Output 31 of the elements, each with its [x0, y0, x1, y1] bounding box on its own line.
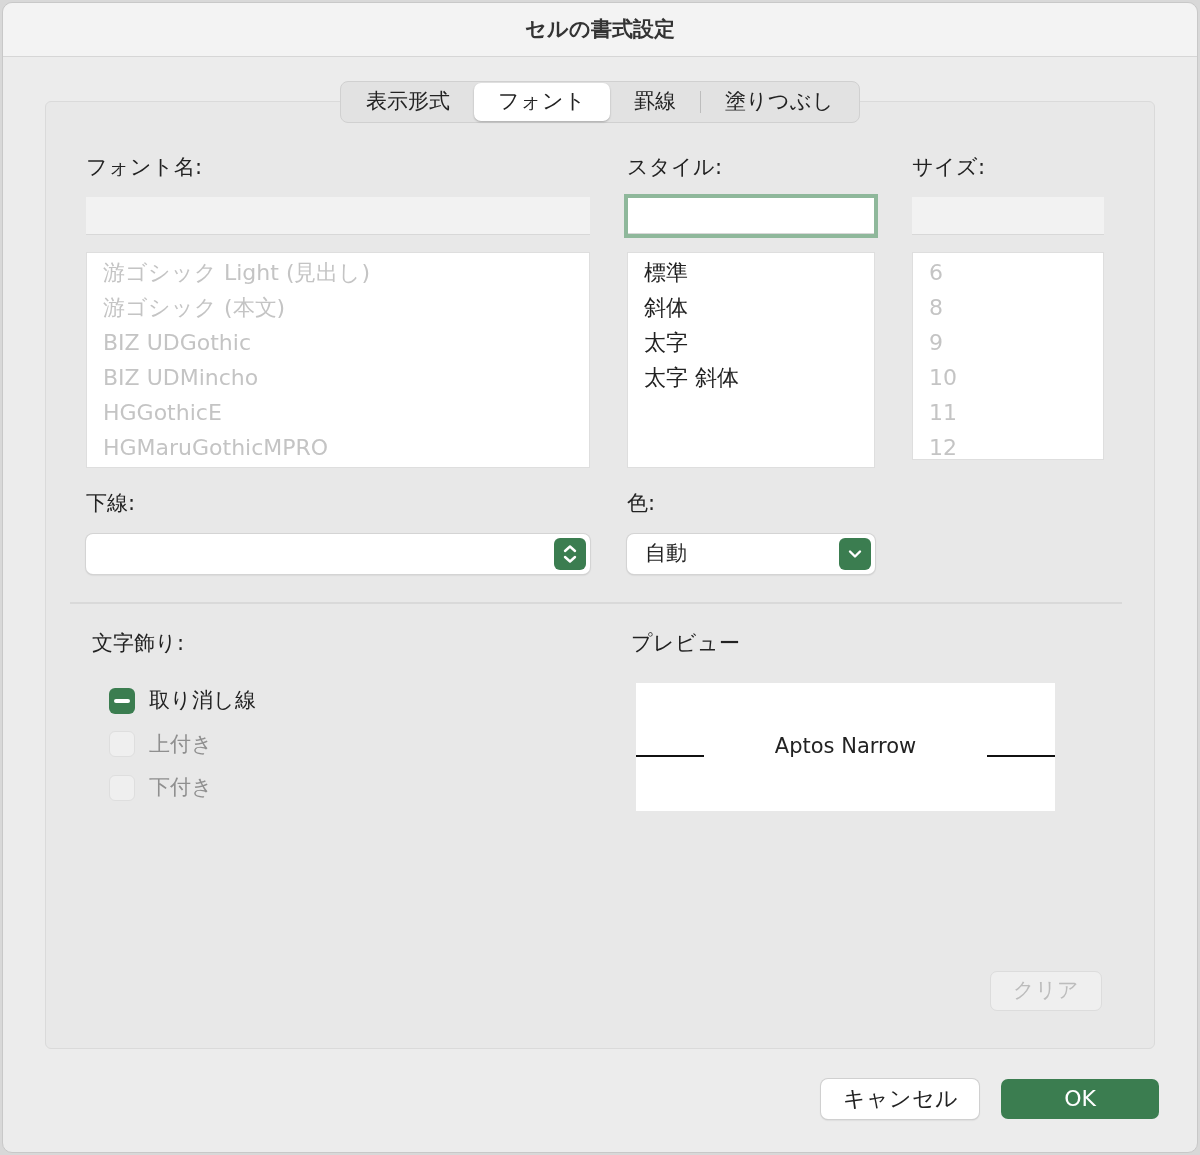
style-option[interactable]: 標準	[644, 255, 858, 290]
field-label: フォント名:	[86, 153, 204, 181]
field-label: 色:	[627, 490, 657, 517]
style-field[interactable]	[627, 197, 875, 235]
tab[interactable]: 塗りつぶし	[701, 83, 858, 121]
tab[interactable]: 表示形式	[342, 83, 474, 121]
style-option[interactable]: 斜体	[644, 290, 858, 325]
field-label: サイズ:	[912, 153, 987, 181]
window-title: セルの書式設定	[3, 3, 1197, 57]
underline-dropdown[interactable]	[86, 533, 590, 574]
preview-baseline-line	[636, 755, 704, 757]
ok-button[interactable]: OK	[1001, 1078, 1159, 1119]
style-option[interactable]: 太字 斜体	[644, 360, 858, 395]
section-label: プレビュー	[631, 629, 741, 657]
checkbox-label: 取り消し線	[149, 687, 256, 714]
up-down-chevron-icon	[561, 543, 579, 564]
color-dropdown[interactable]: 自動	[627, 533, 875, 574]
checkbox-label: 下付き	[149, 774, 213, 801]
field-label: 下線:	[86, 490, 137, 517]
checkbox-label: 上付き	[149, 730, 213, 758]
checkbox[interactable]	[109, 687, 135, 714]
section-label: 文字飾り:	[92, 629, 186, 657]
field-label: スタイル:	[627, 153, 724, 181]
cancel-button[interactable]: キャンセル	[821, 1078, 979, 1119]
dropdown-value: 自動	[645, 539, 687, 567]
tab[interactable]: 罫線	[610, 83, 700, 121]
style-list[interactable]: 標準 斜体 太字 太字 斜体	[627, 252, 875, 468]
preview-baseline-line	[987, 755, 1055, 757]
style-option[interactable]: 太字	[644, 325, 858, 360]
preview-text: Aptos Narrow	[774, 733, 917, 761]
tab[interactable]: フォント	[474, 83, 610, 121]
